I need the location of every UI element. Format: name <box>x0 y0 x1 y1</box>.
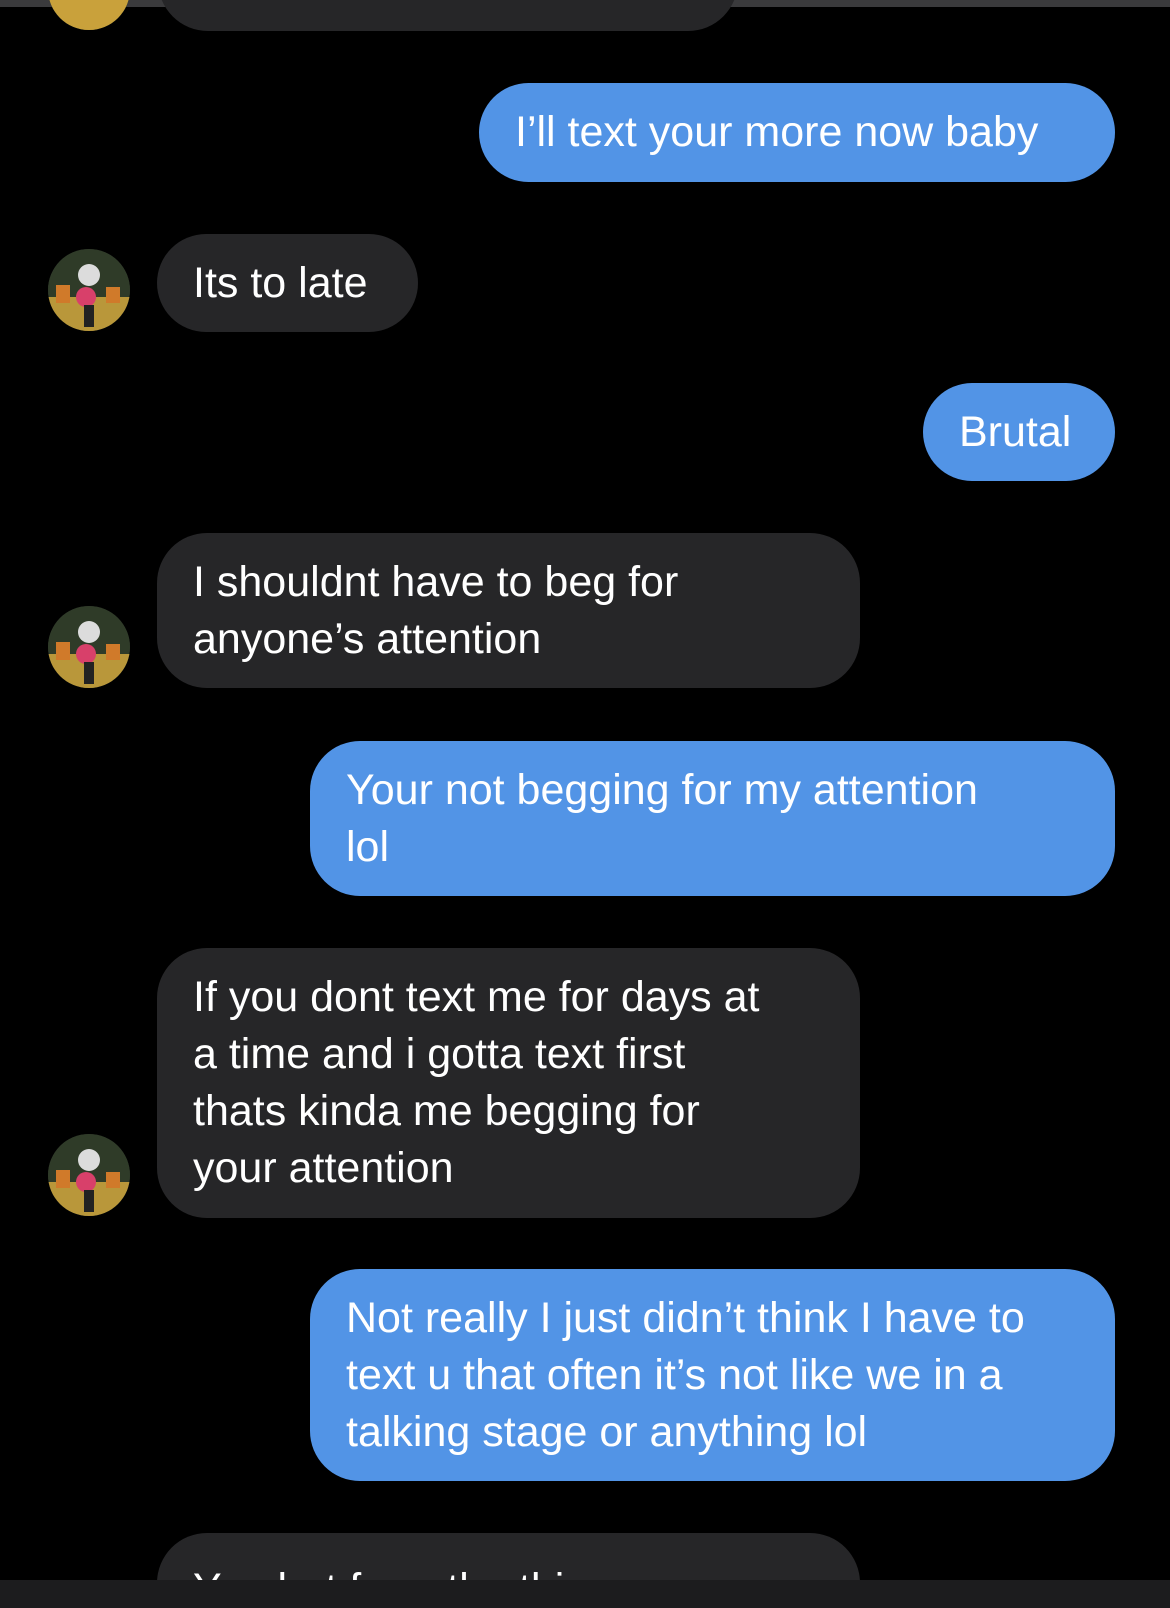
message-text: Your not begging for my attention lol <box>346 765 978 871</box>
composer-area <box>0 1580 1170 1608</box>
message-text: Yea but from the things you <box>193 1561 715 1580</box>
contact-avatar-icon[interactable] <box>48 606 130 688</box>
message-text: I shouldnt have to beg for anyone’s atte… <box>193 557 679 663</box>
message-bubble-incoming[interactable]: If you dont text me for days at a time a… <box>157 948 860 1218</box>
message-bubble-outgoing[interactable]: Your not begging for my attention lol <box>310 741 1115 896</box>
message-text: If you dont text me for days at a time a… <box>193 973 760 1192</box>
message-text: I’ll text your more now baby <box>515 108 1039 156</box>
message-bubble-incoming[interactable]: I shouldnt have to beg for anyone’s atte… <box>157 533 860 688</box>
message-bubble-incoming[interactable] <box>158 0 738 31</box>
message-thread[interactable]: I’ll text your more now baby Its to late… <box>0 0 1170 1580</box>
message-bubble-outgoing[interactable]: Brutal <box>923 383 1115 481</box>
message-bubble-outgoing[interactable]: I’ll text your more now baby <box>479 83 1115 182</box>
message-text: Its to late <box>193 258 368 307</box>
contact-avatar-icon[interactable] <box>48 0 130 30</box>
contact-avatar-icon[interactable] <box>48 249 130 331</box>
message-bubble-outgoing[interactable]: Not really I just didn’t think I have to… <box>310 1269 1115 1481</box>
message-text: Not really I just didn’t think I have to… <box>346 1293 1025 1456</box>
message-bubble-incoming[interactable]: Its to late <box>157 234 418 332</box>
contact-avatar-icon[interactable] <box>48 1134 130 1216</box>
message-text: Brutal <box>959 407 1072 456</box>
message-bubble-incoming[interactable]: Yea but from the things you <box>157 1533 860 1580</box>
